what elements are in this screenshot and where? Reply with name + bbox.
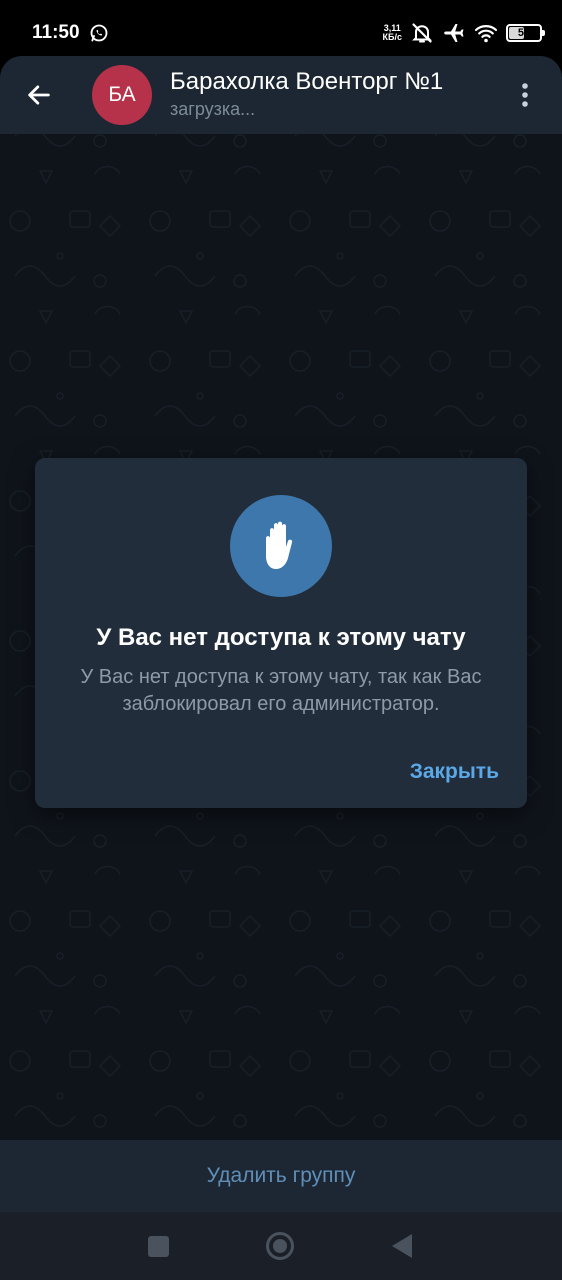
- bottom-action-bar: Удалить группу: [0, 1140, 562, 1212]
- whatsapp-icon: [90, 24, 108, 42]
- dialog-message: У Вас нет доступа к этому чату, так как …: [80, 666, 482, 715]
- speed-unit: КБ/с: [382, 32, 402, 42]
- airplane-icon: [444, 24, 464, 42]
- chat-title[interactable]: Барахолка Военторг №1: [170, 68, 443, 96]
- hand-icon-circle: [230, 495, 332, 597]
- status-time: 11:50: [32, 22, 80, 43]
- raised-hand-icon: [266, 521, 293, 569]
- chat-header: БА Барахолка Военторг №1 загрузка...: [0, 56, 562, 134]
- dialog-title: У Вас нет доступа к этому чату: [96, 624, 466, 651]
- back-button[interactable]: [22, 78, 56, 112]
- more-vertical-icon: [522, 83, 528, 107]
- dnd-bell-off-icon: [412, 23, 432, 43]
- arrow-left-icon: [28, 85, 50, 105]
- avatar-initials: БА: [108, 83, 136, 106]
- status-bar: 11:50 3,11 КБ/с 54: [0, 0, 562, 62]
- battery-percent: 54: [517, 27, 531, 39]
- avatar[interactable]: БА: [92, 65, 152, 125]
- network-speed: 3,11 КБ/с: [383, 24, 402, 42]
- chat-screen: БА Барахолка Военторг №1 загрузка... У В…: [0, 56, 562, 1212]
- status-icons: 3,11 КБ/с 54: [383, 20, 545, 46]
- access-denied-dialog: У Вас нет доступа к этому чату У Вас нет…: [35, 458, 527, 808]
- system-back-button[interactable]: [392, 1234, 412, 1258]
- home-button[interactable]: [266, 1232, 294, 1260]
- wifi-icon: [474, 25, 498, 43]
- chat-status: загрузка...: [170, 99, 256, 119]
- more-menu-button[interactable]: [508, 78, 542, 112]
- close-button[interactable]: Закрыть: [410, 760, 499, 784]
- recents-button[interactable]: [148, 1236, 169, 1257]
- battery-icon: 54: [506, 24, 545, 42]
- delete-group-button[interactable]: Удалить группу: [207, 1164, 356, 1188]
- system-nav-bar: [0, 1212, 562, 1280]
